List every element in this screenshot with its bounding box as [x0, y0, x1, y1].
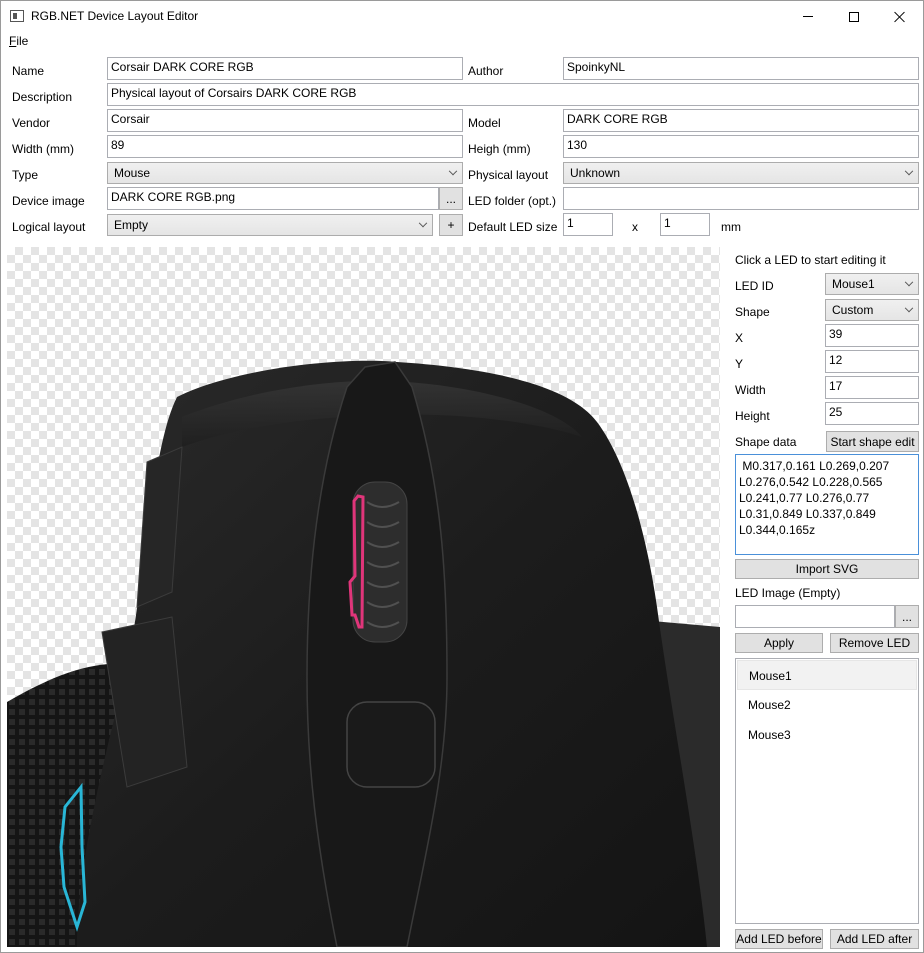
shape-data-textarea[interactable]: M0.317,0.161 L0.269,0.207 L0.276,0.542 L…	[735, 454, 919, 555]
device-image	[7, 360, 720, 947]
remove-led-button[interactable]: Remove LED	[830, 633, 919, 653]
type-select-value: Mouse	[114, 166, 151, 180]
default-led-size-y-input[interactable]: 1	[660, 213, 710, 236]
start-shape-edit-button[interactable]: Start shape edit	[826, 431, 919, 452]
shape-label: Shape	[735, 305, 770, 319]
chevron-down-icon	[448, 166, 458, 176]
led-x-input[interactable]: 39	[825, 324, 919, 347]
led-height-input[interactable]: 25	[825, 402, 919, 425]
led-image-browse-button[interactable]: ...	[895, 605, 919, 628]
shape-data-label: Shape data	[735, 435, 797, 449]
physical-layout-value: Unknown	[570, 166, 621, 180]
vendor-input[interactable]: Corsair	[107, 109, 463, 132]
app-window-icon	[10, 10, 24, 22]
maximize-icon	[849, 11, 859, 22]
led-folder-label: LED folder (opt.)	[468, 194, 557, 208]
led-width-input[interactable]: 17	[825, 376, 919, 399]
width-mm-input[interactable]: 89	[107, 135, 463, 158]
led-width-label: Width	[735, 383, 766, 397]
led-folder-input[interactable]	[563, 187, 919, 210]
default-led-size-label: Default LED size	[468, 220, 558, 234]
led-list-item-mouse3[interactable]: Mouse3	[737, 720, 917, 750]
model-input[interactable]: DARK CORE RGB	[563, 109, 919, 132]
name-input[interactable]: Corsair DARK CORE RGB	[107, 57, 463, 80]
author-label: Author	[468, 64, 504, 78]
description-input[interactable]: Physical layout of Corsairs DARK CORE RG…	[107, 83, 919, 106]
menu-bar: File	[1, 32, 923, 51]
default-led-size-unit: mm	[721, 220, 741, 234]
add-led-before-button[interactable]: Add LED before	[735, 929, 823, 949]
logical-layout-select[interactable]: Empty	[107, 214, 433, 236]
minimize-icon	[803, 16, 813, 17]
title-bar[interactable]: RGB.NET Device Layout Editor	[1, 1, 923, 32]
close-button[interactable]	[877, 1, 923, 32]
menu-file[interactable]: File	[9, 34, 28, 48]
type-select[interactable]: Mouse	[107, 162, 463, 184]
device-image-browse-button[interactable]: ...	[439, 187, 463, 210]
logical-layout-label: Logical layout	[12, 220, 86, 234]
name-label: Name	[12, 64, 45, 78]
led-y-label: Y	[735, 357, 744, 371]
model-label: Model	[468, 116, 501, 130]
chevron-down-icon	[904, 166, 914, 176]
led-list-item-mouse2[interactable]: Mouse2	[737, 690, 917, 720]
shape-value: Custom	[832, 303, 874, 317]
led-height-label: Height	[735, 409, 770, 423]
import-svg-button[interactable]: Import SVG	[735, 559, 919, 579]
height-mm-input[interactable]: 130	[563, 135, 919, 158]
height-mm-label: Heigh (mm)	[468, 142, 531, 156]
add-logical-layout-button[interactable]: +	[439, 214, 463, 236]
apply-button[interactable]: Apply	[735, 633, 823, 653]
add-led-after-button[interactable]: Add LED after	[830, 929, 919, 949]
led-list-item-mouse1[interactable]: Mouse1	[737, 660, 917, 690]
vendor-label: Vendor	[12, 116, 51, 130]
physical-layout-label: Physical layout	[468, 168, 549, 182]
menu-file-label: ile	[16, 34, 29, 48]
mouse-dpi-button	[346, 701, 436, 788]
chevron-down-icon	[418, 218, 428, 228]
led-id-value: Mouse1	[832, 277, 875, 291]
default-led-size-separator: x	[632, 220, 638, 234]
chevron-down-icon	[904, 303, 914, 313]
led-panel-hint: Click a LED to start editing it	[735, 253, 886, 267]
author-input[interactable]: SpoinkyNL	[563, 57, 919, 80]
led-image-input[interactable]	[735, 605, 895, 628]
led-image-label: LED Image (Empty)	[735, 586, 841, 600]
type-label: Type	[12, 168, 39, 182]
led-list[interactable]: Mouse1 Mouse2 Mouse3	[735, 658, 919, 924]
default-led-size-x-input[interactable]: 1	[563, 213, 613, 236]
led-x-label: X	[735, 331, 744, 345]
led-id-select[interactable]: Mouse1	[825, 273, 919, 295]
logical-layout-value: Empty	[114, 218, 149, 232]
description-label: Description	[12, 90, 73, 104]
device-image-input[interactable]: DARK CORE RGB.png	[107, 187, 439, 210]
shape-select[interactable]: Custom	[825, 299, 919, 321]
device-image-label: Device image	[12, 194, 85, 208]
minimize-button[interactable]	[785, 1, 831, 32]
maximize-button[interactable]	[831, 1, 877, 32]
physical-layout-select[interactable]: Unknown	[563, 162, 919, 184]
led-id-label: LED ID	[735, 279, 774, 293]
main-window: RGB.NET Device Layout Editor File Name C…	[0, 0, 924, 953]
device-canvas[interactable]	[7, 247, 720, 947]
chevron-down-icon	[904, 277, 914, 287]
width-mm-label: Width (mm)	[12, 142, 74, 156]
window-title: RGB.NET Device Layout Editor	[31, 9, 199, 23]
close-icon	[894, 11, 906, 23]
led-y-input[interactable]: 12	[825, 350, 919, 373]
